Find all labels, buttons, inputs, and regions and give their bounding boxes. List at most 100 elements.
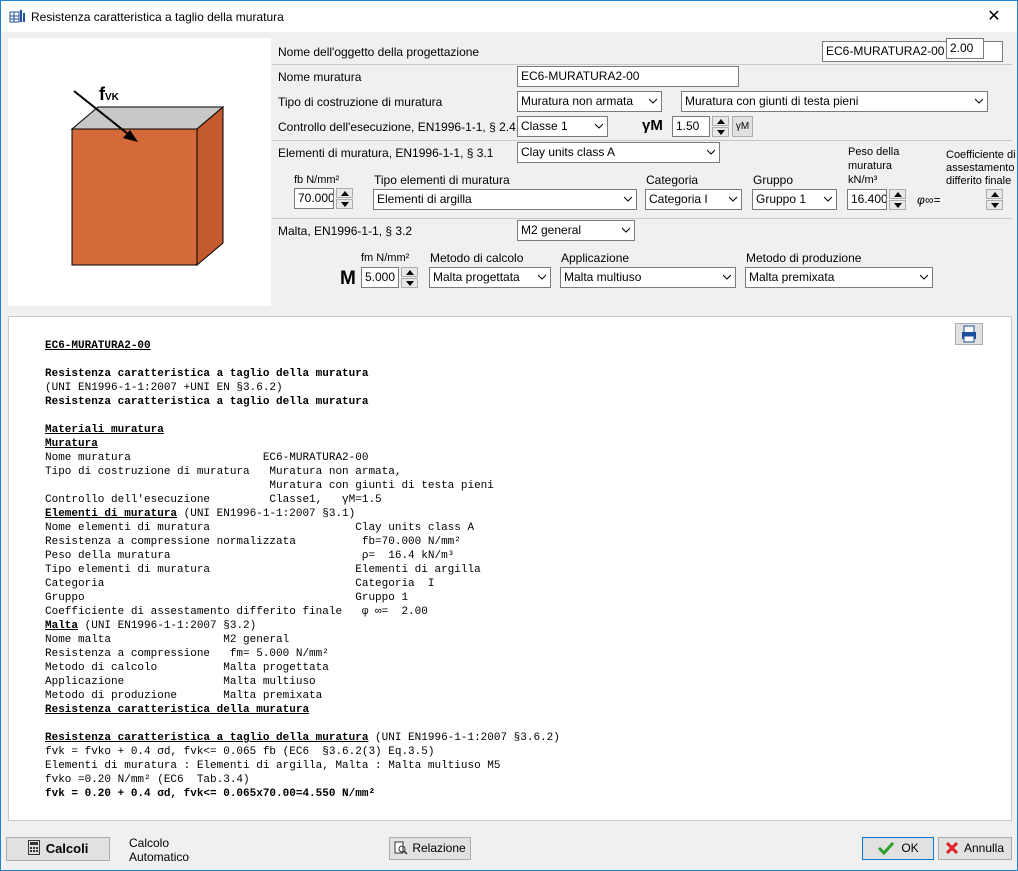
application-select[interactable]: Malta multiuso <box>560 267 736 288</box>
cancel-label: Annulla <box>963 841 1005 855</box>
weight-spinner[interactable] <box>889 189 906 210</box>
ok-button[interactable]: OK <box>862 837 934 860</box>
category-label: Categoria <box>646 173 699 187</box>
separator <box>272 64 1012 65</box>
report-line-ref: (UNI EN1996-1-1:2007 §3.1) <box>177 508 356 520</box>
calculator-icon <box>27 840 40 855</box>
gamma-m-spinner[interactable] <box>712 116 729 137</box>
report-line: Tipo elementi di muratura Elementi di ar… <box>45 564 481 576</box>
group-label: Gruppo <box>753 173 794 187</box>
execution-class-value: Classe 1 <box>521 119 568 133</box>
units-select[interactable]: Clay units class A <box>517 142 720 163</box>
execution-class-select[interactable]: Classe 1 <box>517 116 608 137</box>
window-title: Resistenza caratteristica a taglio della… <box>31 10 284 24</box>
report-line: Nome muratura EC6-MURATURA2-00 <box>45 452 369 464</box>
weight-label-line3: kN/m³ <box>848 174 878 186</box>
chevron-down-icon <box>729 196 737 202</box>
production-select[interactable]: Malta premixata <box>745 267 933 288</box>
arrow-down-icon <box>717 130 725 135</box>
report-line: Resistenza caratteristica a taglio della… <box>45 368 369 380</box>
spin-down-button[interactable] <box>401 278 418 288</box>
report-search-icon <box>394 841 408 855</box>
check-icon <box>878 841 895 856</box>
masonry-illustration: fVK <box>8 38 271 306</box>
category-select[interactable]: Categoria I <box>645 189 742 210</box>
chevron-down-icon <box>649 98 657 104</box>
spin-down-button[interactable] <box>336 199 353 209</box>
joints-select[interactable]: Muratura con giunti di testa pieni <box>681 91 988 112</box>
fb-spinner[interactable] <box>336 188 353 209</box>
spin-down-button[interactable] <box>986 200 1003 210</box>
report-line-heading: Elementi di muratura <box>45 508 178 520</box>
report-panel[interactable]: EC6-MURATURA2-00 Resistenza caratteristic… <box>8 316 1012 821</box>
report-line: (UNI EN1996-1-1:2007 +UNI EN §3.6.2) <box>45 382 283 394</box>
report-line: Controllo dell'esecuzione Classe1, γM=1.… <box>45 494 382 506</box>
report-line: Malta (UNI EN1996-1-1:2007 §3.2) <box>45 619 256 633</box>
creep-label-line2: assestamento <box>946 162 1015 174</box>
calc-method-label: Metodo di calcolo <box>430 251 524 265</box>
report-line: Coefficiente di assestamento differito f… <box>45 606 428 618</box>
creep-symbol: φ∞= <box>917 193 941 207</box>
masonry-name-input[interactable]: EC6-MURATURA2-00 <box>517 66 739 87</box>
report-button-label: Relazione <box>412 841 466 855</box>
spin-down-button[interactable] <box>712 127 729 137</box>
fb-input[interactable]: 70.000 <box>294 188 334 209</box>
chevron-down-icon <box>622 227 630 233</box>
report-line: Resistenza caratteristica a taglio della… <box>45 731 560 745</box>
print-icon <box>962 325 976 343</box>
auto-calc-label-line2: Automatico <box>129 850 190 864</box>
cancel-button[interactable]: Annulla <box>938 837 1012 860</box>
unit-type-select[interactable]: Elementi di argilla <box>373 189 637 210</box>
title-bar: Resistenza caratteristica a taglio della… <box>1 1 1017 32</box>
close-button[interactable]: ✕ <box>971 1 1017 32</box>
creep-input[interactable]: 2.00 <box>946 38 984 59</box>
unit-type-label: Tipo elementi di muratura <box>374 173 510 187</box>
chevron-down-icon <box>920 274 928 280</box>
spin-up-button[interactable] <box>712 116 729 126</box>
report-line: Resistenza a compressione fm= 5.000 N/mm… <box>45 648 329 660</box>
units-value: Clay units class A <box>521 145 616 159</box>
arrow-down-icon <box>406 281 414 286</box>
report-line: Nome elementi di muratura Clay units cla… <box>45 522 475 534</box>
calc-method-select[interactable]: Malta progettata <box>429 267 551 288</box>
arrow-up-icon <box>406 270 414 275</box>
report-line: fvko =0.20 N/mm² (EC6 Tab.3.4) <box>45 774 250 786</box>
spin-up-button[interactable] <box>986 189 1003 199</box>
chevron-down-icon <box>824 196 832 202</box>
application-value: Malta multiuso <box>564 270 642 284</box>
gamma-m-input[interactable]: 1.50 <box>672 116 710 137</box>
app-icon <box>9 10 25 23</box>
arrow-up-icon <box>894 192 902 197</box>
print-button[interactable] <box>955 323 983 345</box>
mortar-symbol: M <box>340 268 356 289</box>
calculate-label: Calcoli <box>45 841 89 856</box>
units-label: Elementi di muratura, EN1996-1-1, § 3.1 <box>278 146 494 160</box>
chevron-down-icon <box>595 123 603 129</box>
fm-spinner[interactable] <box>401 267 418 288</box>
report-line: Metodo di produzione Malta premixata <box>45 690 323 702</box>
calc-method-value: Malta progettata <box>433 270 520 284</box>
chevron-down-icon <box>538 274 546 280</box>
report-line-ref: (UNI EN1996-1-1:2007 §3.2) <box>78 620 257 632</box>
weight-input[interactable]: 16.400 <box>847 189 887 210</box>
creep-spinner[interactable] <box>986 189 1003 210</box>
spin-up-button[interactable] <box>401 267 418 277</box>
report-line: Categoria Categoria I <box>45 578 435 590</box>
construction-type-select[interactable]: Muratura non armata <box>517 91 662 112</box>
calculate-button[interactable]: Calcoli <box>6 837 110 861</box>
fm-input[interactable]: 5.000 <box>361 267 399 288</box>
report-button[interactable]: Relazione <box>389 837 471 860</box>
mortar-select[interactable]: M2 general <box>517 220 635 241</box>
mortar-value: M2 general <box>521 223 582 237</box>
fm-label: fm N/mm² <box>361 252 410 264</box>
close-icon: ✕ <box>987 8 1001 25</box>
group-select[interactable]: Gruppo 1 <box>752 189 837 210</box>
gamma-m-button[interactable]: γM <box>732 116 753 137</box>
spin-up-button[interactable] <box>889 189 906 199</box>
separator <box>272 218 1012 219</box>
category-value: Categoria I <box>649 192 708 206</box>
report-line: Materiali muratura <box>45 424 164 436</box>
spin-down-button[interactable] <box>889 200 906 210</box>
creep-label-line1: Coefficiente di <box>946 149 1016 161</box>
spin-up-button[interactable] <box>336 188 353 198</box>
